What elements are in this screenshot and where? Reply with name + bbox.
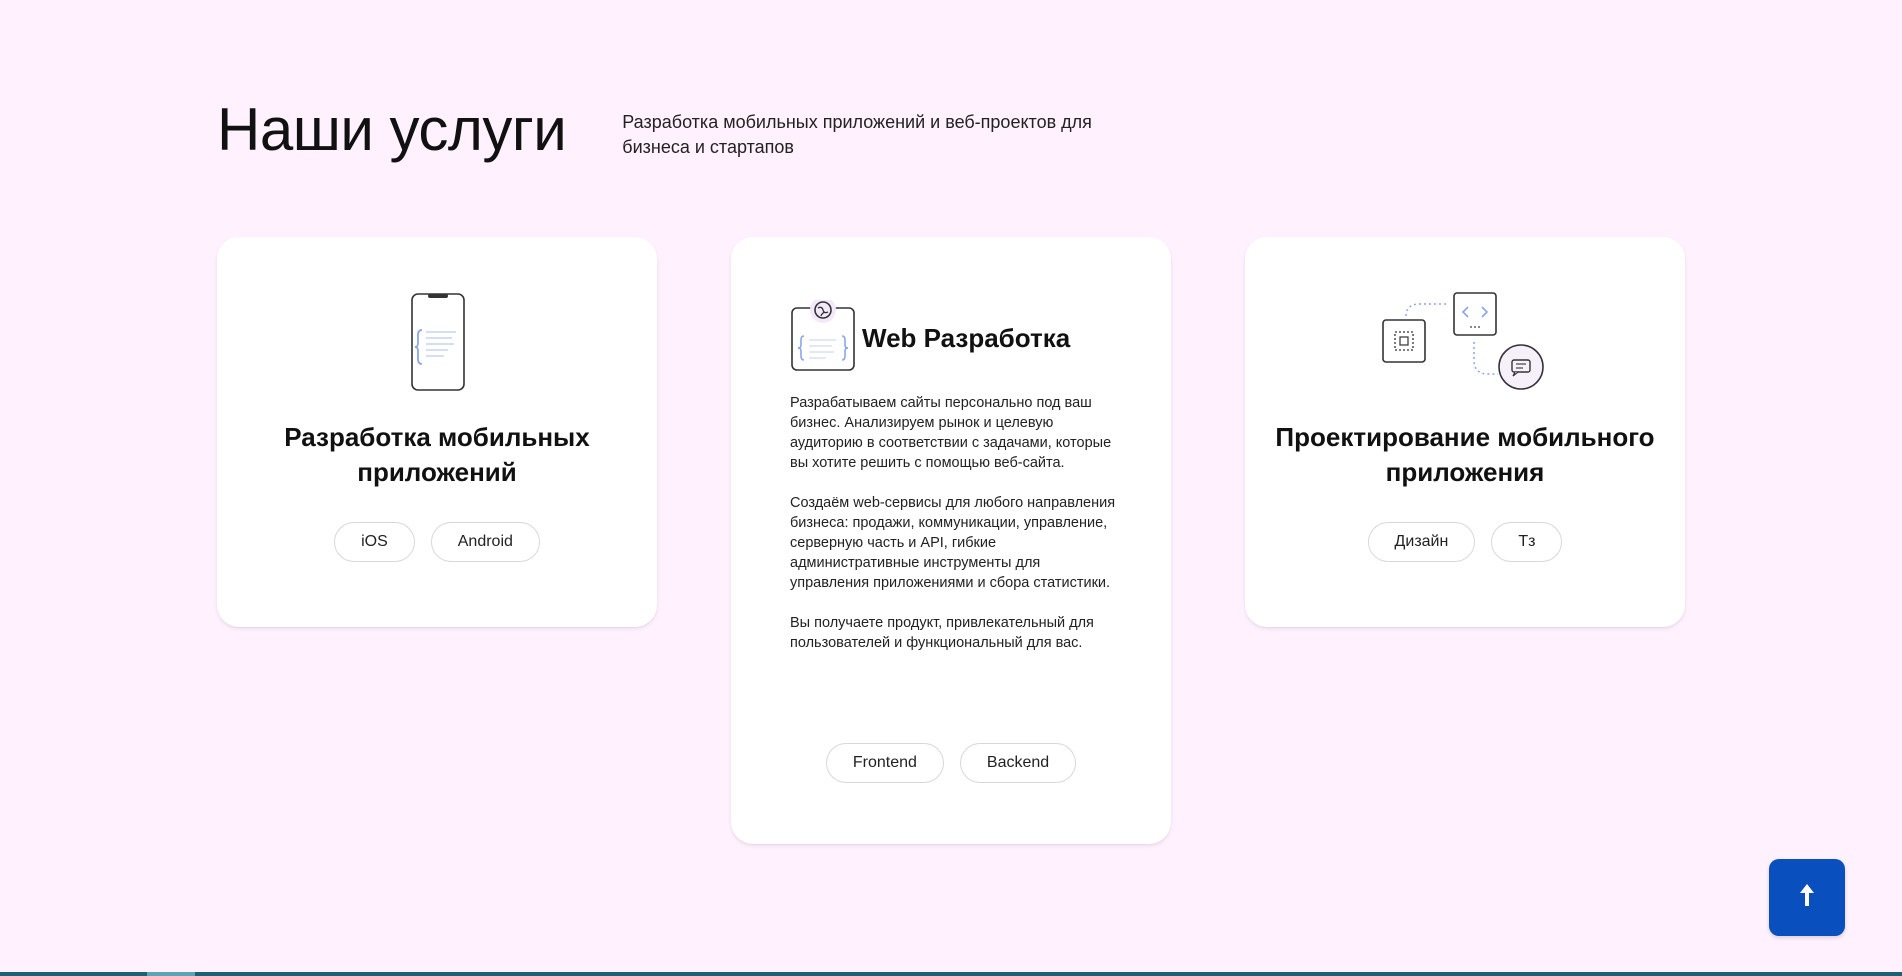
- web-paragraph: Создаём web-сервисы для любого направлен…: [790, 495, 1116, 591]
- chip-group-mobile: iOS Android: [217, 522, 657, 562]
- service-card-prototype[interactable]: Проектирование мобильного приложения Диз…: [1245, 237, 1685, 627]
- chip-group-web: Frontend Backend: [731, 743, 1171, 783]
- chip-frontend[interactable]: Frontend: [825, 743, 944, 783]
- scroll-to-top-button[interactable]: [1769, 859, 1845, 936]
- chip-backend[interactable]: Backend: [959, 743, 1077, 783]
- chip-spec[interactable]: Тз: [1491, 522, 1563, 562]
- web-card-description: Разрабатываем сайты персонально под ваш …: [790, 393, 1120, 673]
- bottom-progress-indicator: [147, 972, 195, 976]
- browser-code-icon: [788, 297, 858, 377]
- web-paragraph: Вы получаете продукт, привлекательный дл…: [790, 615, 1094, 651]
- service-card-web[interactable]: Web Разработка Разрабатываем сайты персо…: [731, 237, 1171, 844]
- card-title-prototype: Проектирование мобильного приложения: [1275, 422, 1655, 487]
- arrow-up-icon: [1798, 882, 1816, 913]
- chip-design[interactable]: Дизайн: [1367, 522, 1476, 562]
- prototype-flow-icon: [1382, 292, 1548, 397]
- card-title-mobile: Разработка мобильных приложений: [284, 422, 590, 487]
- chip-group-prototype: Дизайн Тз: [1245, 522, 1685, 562]
- service-card-mobile[interactable]: Разработка мобильных приложений iOS Andr…: [217, 237, 657, 627]
- page-title: Наши услуги: [217, 96, 567, 163]
- page-subtitle: Разработка мобильных приложений и веб-пр…: [622, 112, 1092, 157]
- chip-ios[interactable]: iOS: [334, 522, 415, 562]
- card-title-web: Web Разработка: [862, 323, 1071, 353]
- web-paragraph: Разрабатываем сайты персонально под ваш …: [790, 395, 1112, 471]
- chip-android[interactable]: Android: [430, 522, 540, 562]
- web-card-header: Web Разработка: [788, 297, 1071, 377]
- phone-code-icon: [410, 292, 466, 397]
- bottom-progress-track: [0, 972, 1902, 976]
- services-header: Наши услуги Разработка мобильных приложе…: [217, 96, 1122, 164]
